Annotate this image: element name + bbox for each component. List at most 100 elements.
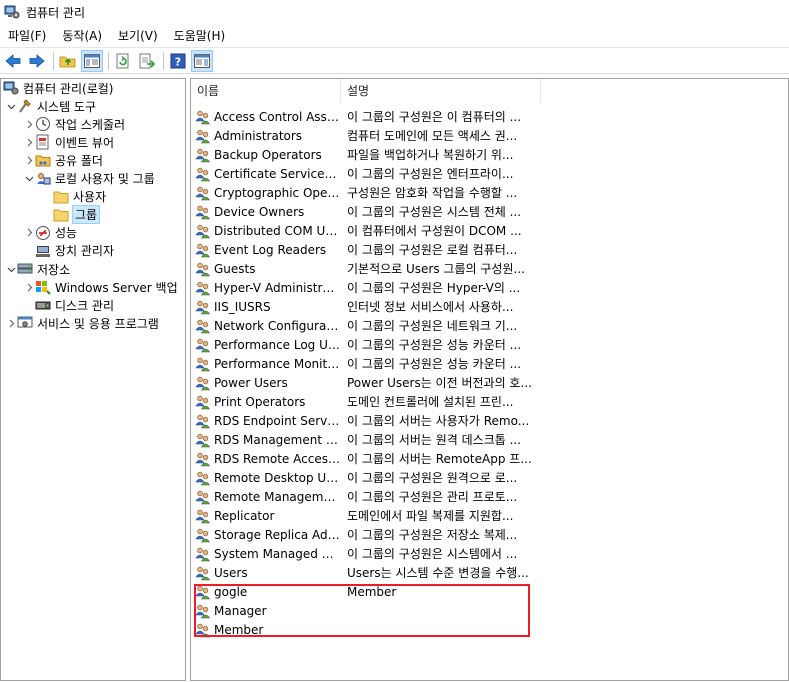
list-row[interactable]: Distributed COM Users 이 컴퓨터에서 구성원이 DCOM .… (191, 221, 788, 240)
list-row[interactable]: Backup Operators 파일을 백업하거나 복원하기 위... (191, 145, 788, 164)
help-button[interactable]: ? (167, 50, 189, 72)
group-description: 이 그룹의 구성원은 원격으로 로... (347, 471, 518, 485)
collapsed-chevron-icon[interactable] (23, 224, 35, 242)
list-row[interactable]: Users Users는 시스템 수준 변경을 수행... (191, 563, 788, 582)
group-name-cell: Users (191, 565, 341, 581)
tree-item-label: 공유 폴더 (55, 153, 103, 168)
list-row[interactable]: Access Control Assist... 이 그룹의 구성원은 이 컴퓨터… (191, 107, 788, 126)
list-row[interactable]: gogle Member (191, 582, 788, 601)
list-row[interactable]: RDS Remote Access ... 이 그룹의 서버는 RemoteApp… (191, 449, 788, 468)
expanded-chevron-icon[interactable] (5, 97, 17, 115)
show-hide-tree-button[interactable] (81, 49, 103, 72)
up-folder-button[interactable] (57, 50, 79, 72)
group-icon (195, 470, 211, 486)
list-row[interactable]: Cryptographic Operat... 구성원은 암호화 작업을 수행할 … (191, 183, 788, 202)
group-name-cell: Access Control Assist... (191, 109, 341, 125)
refresh-button[interactable] (112, 50, 134, 72)
list-row[interactable]: Member (191, 620, 788, 639)
column-header-description[interactable]: 설명 (341, 79, 541, 103)
group-name: Power Users (214, 375, 288, 390)
group-list[interactable]: 이름 설명 Access Control Assist... 이 그룹의 구성원은… (190, 78, 789, 681)
collapsed-chevron-icon[interactable] (23, 278, 35, 296)
group-icon (195, 432, 211, 448)
tree-item[interactable]: 공유 폴더 (23, 151, 103, 169)
group-icon (195, 318, 211, 334)
collapsed-chevron-icon[interactable] (5, 314, 17, 332)
list-row[interactable]: Replicator 도메인에서 파일 복제를 지원합... (191, 506, 788, 525)
group-icon (195, 413, 211, 429)
back-button[interactable] (2, 50, 24, 72)
shared-folder-icon (35, 152, 51, 168)
group-description: Users는 시스템 수준 변경을 수행... (347, 566, 529, 580)
group-name-cell: RDS Remote Access ... (191, 451, 341, 467)
tree-item[interactable]: 시스템 도구 (5, 97, 96, 115)
tree-item[interactable]: 서비스 및 응용 프로그램 (5, 314, 159, 332)
tree-item[interactable]: 장치 관리자 (23, 242, 114, 260)
tree-item[interactable]: 저장소 (5, 260, 70, 278)
folder-icon (53, 189, 69, 205)
expanded-chevron-icon[interactable] (23, 170, 35, 188)
tree-item[interactable]: 컴퓨터 관리(로컬) (3, 79, 113, 97)
list-row[interactable]: Certificate Service DC... 이 그룹의 구성원은 엔터프라… (191, 164, 788, 183)
properties-view-button[interactable] (191, 49, 213, 72)
list-row[interactable]: Administrators 컴퓨터 도메인에 모든 액세스 권... (191, 126, 788, 145)
tree-item[interactable]: 사용자 (41, 188, 106, 206)
export-list-button[interactable] (136, 50, 158, 72)
group-name: Replicator (214, 508, 275, 523)
tree-item-label: 컴퓨터 관리(로컬) (23, 81, 114, 96)
column-header-name[interactable]: 이름 (191, 79, 341, 103)
group-name-cell: Administrators (191, 128, 341, 144)
list-row[interactable]: Performance Monitor... 이 그룹의 구성원은 성능 카운터 … (191, 354, 788, 373)
refresh-icon (116, 53, 129, 68)
group-icon (195, 584, 211, 600)
tree-item[interactable]: 성능 (23, 224, 77, 242)
list-row[interactable]: Device Owners 이 그룹의 구성원은 시스템 전체 ... (191, 202, 788, 221)
group-name: Manager (214, 603, 267, 618)
list-row[interactable]: Remote Desktop Users 이 그룹의 구성원은 원격으로 로... (191, 468, 788, 487)
group-icon (195, 280, 211, 296)
list-row[interactable]: RDS Endpoint Servers 이 그룹의 서버는 사용자가 Remo.… (191, 411, 788, 430)
list-row[interactable]: Power Users Power Users는 이전 버전과의 호... (191, 373, 788, 392)
collapsed-chevron-icon[interactable] (23, 133, 35, 151)
device-manager-icon (35, 243, 51, 259)
list-row[interactable]: Remote Management... 이 그룹의 구성원은 관리 프로토... (191, 487, 788, 506)
tree-item-label: 작업 스케줄러 (55, 117, 126, 132)
menu-help[interactable]: 도움말(H) (166, 25, 234, 47)
tree-item[interactable]: 이벤트 뷰어 (23, 133, 114, 151)
list-row[interactable]: Performance Log Users 이 그룹의 구성원은 성능 카운터 .… (191, 335, 788, 354)
expanded-chevron-icon[interactable] (5, 260, 17, 278)
list-rows: Access Control Assist... 이 그룹의 구성원은 이 컴퓨터… (191, 107, 788, 639)
tree-item-label: 시스템 도구 (37, 99, 97, 114)
group-name: Administrators (214, 128, 303, 143)
forward-button[interactable] (26, 50, 48, 72)
collapsed-chevron-icon[interactable] (23, 151, 35, 169)
list-row[interactable]: System Managed Acc... 이 그룹의 구성원은 시스템에서 ..… (191, 544, 788, 563)
group-icon (195, 375, 211, 391)
group-name-cell: Event Log Readers (191, 242, 341, 258)
list-row[interactable]: Print Operators 도메인 컨트롤러에 설치된 프린... (191, 392, 788, 411)
group-icon (195, 337, 211, 353)
list-row[interactable]: IIS_IUSRS 인터넷 정보 서비스에서 사용하... (191, 297, 788, 316)
group-name: RDS Endpoint Servers (214, 413, 340, 428)
group-description: 이 그룹의 구성원은 시스템에서 ... (347, 547, 518, 561)
list-row[interactable]: Network Configuratio... 이 그룹의 구성원은 네트워크 기… (191, 316, 788, 335)
list-row[interactable]: Event Log Readers 이 그룹의 구성원은 로컬 컴퓨터... (191, 240, 788, 259)
tree-item[interactable]: 로컬 사용자 및 그룹 (23, 170, 155, 188)
menu-action[interactable]: 동작(A) (54, 25, 110, 47)
tree-item[interactable]: 작업 스케줄러 (23, 115, 125, 133)
console-tree[interactable]: 컴퓨터 관리(로컬) 시스템 도구작업 스케줄러 이벤트 뷰어공유 폴더로컬 사용자… (0, 78, 186, 681)
list-row[interactable]: Guests 기본적으로 Users 그룹의 구성원... (191, 259, 788, 278)
group-description: 이 그룹의 구성원은 엔터프라이... (347, 167, 514, 181)
list-row[interactable]: Storage Replica Admi... 이 그룹의 구성원은 저장소 복제… (191, 525, 788, 544)
group-name-cell: Manager (191, 603, 341, 619)
tree-item[interactable]: 그룹 (41, 205, 101, 225)
menu-file[interactable]: 파일(F) (0, 25, 54, 47)
tree-item[interactable]: 디스크 관리 (23, 296, 114, 314)
list-row[interactable]: Hyper-V Administrat... 이 그룹의 구성원은 Hyper-V… (191, 278, 788, 297)
tree-item[interactable]: Windows Server 백업 (23, 278, 178, 296)
collapsed-chevron-icon[interactable] (23, 115, 35, 133)
list-row[interactable]: RDS Management Se... 이 그룹의 서버는 원격 데스크톱 ..… (191, 430, 788, 449)
menu-view[interactable]: 보기(V) (110, 25, 166, 47)
list-row[interactable]: Manager (191, 601, 788, 620)
group-name-cell: Replicator (191, 508, 341, 524)
